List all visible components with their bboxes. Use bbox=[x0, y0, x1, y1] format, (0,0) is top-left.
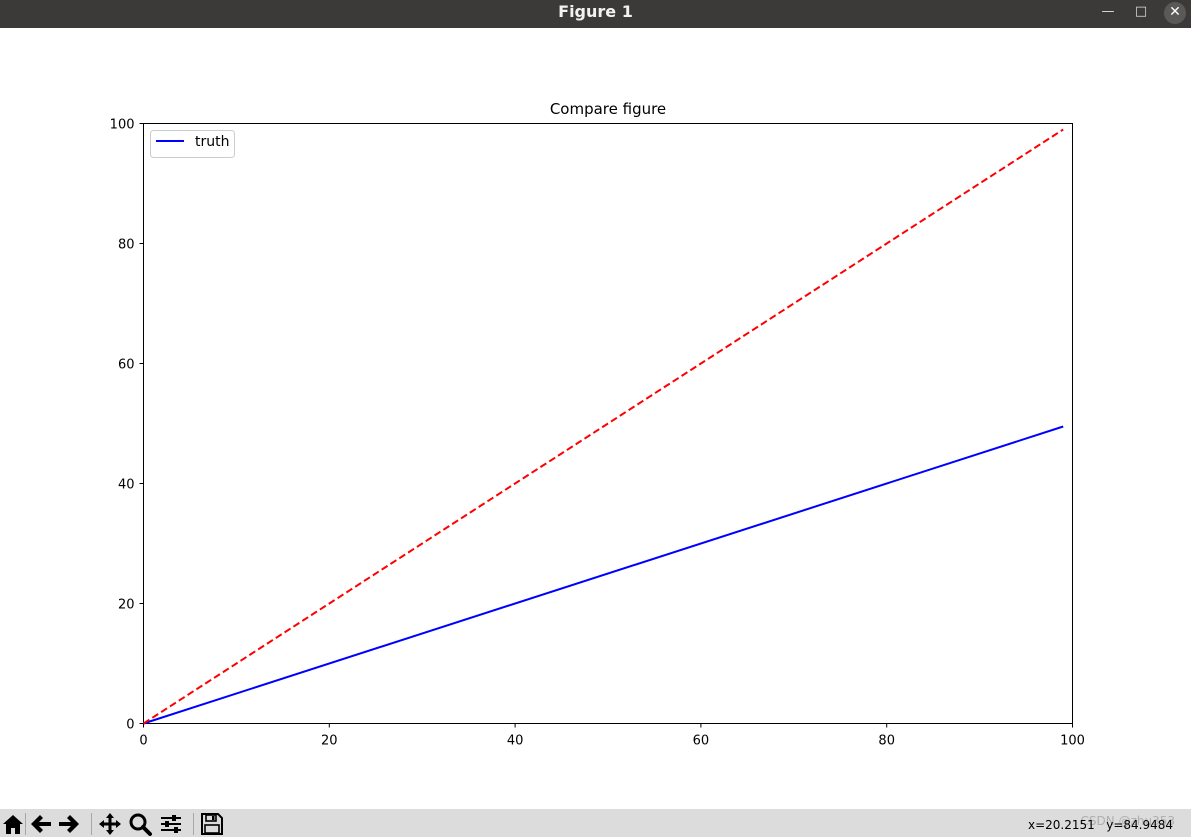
x-tick-label: 20 bbox=[321, 734, 338, 749]
cursor-y-readout: y=84.9484 bbox=[1106, 818, 1173, 832]
move-icon bbox=[99, 813, 121, 835]
y-tick-label: 80 bbox=[118, 238, 135, 253]
y-tick-label: 100 bbox=[110, 118, 135, 133]
y-axis-ticks: 0 20 40 60 80 100 bbox=[110, 118, 144, 733]
chart-title: Compare figure bbox=[550, 100, 666, 118]
x-tick-label: 0 bbox=[139, 734, 147, 749]
figure-canvas[interactable]: Compare figure 0 20 40 60 80 100 0 20 40 60 80 100… bbox=[0, 28, 1191, 809]
x-axis-ticks: 0 20 40 60 80 100 bbox=[139, 723, 1085, 749]
forward-button[interactable] bbox=[56, 811, 82, 837]
y-tick-label: 20 bbox=[118, 598, 135, 613]
figure-window: Figure 1 — □ ✕ Compare figure 0 20 40 60 80 1… bbox=[0, 0, 1191, 837]
legend-label-truth: truth bbox=[195, 134, 229, 150]
cursor-coordinates: x=20.2151 y=84.9484 bbox=[1028, 818, 1173, 832]
arrow-left-icon bbox=[31, 815, 51, 833]
toolbar-separator bbox=[91, 813, 92, 835]
floppy-disk-icon bbox=[201, 813, 223, 835]
chart-svg: Compare figure 0 20 40 60 80 100 0 20 40 60 80 100… bbox=[110, 100, 1085, 749]
toolbar-separator bbox=[193, 813, 194, 835]
back-button[interactable] bbox=[28, 811, 54, 837]
x-tick-label: 60 bbox=[693, 734, 710, 749]
sliders-icon bbox=[161, 815, 181, 833]
title-bar[interactable]: Figure 1 — □ ✕ bbox=[0, 0, 1191, 28]
save-button[interactable] bbox=[199, 811, 225, 837]
x-tick-label: 100 bbox=[1060, 734, 1085, 749]
zoom-button[interactable] bbox=[127, 811, 153, 837]
home-icon bbox=[3, 815, 23, 834]
toolbar-separator bbox=[25, 813, 26, 835]
y-tick-label: 0 bbox=[126, 718, 134, 733]
x-tick-label: 80 bbox=[878, 734, 895, 749]
close-icon[interactable]: ✕ bbox=[1164, 2, 1186, 24]
maximize-icon[interactable]: □ bbox=[1130, 2, 1152, 24]
x-tick-label: 40 bbox=[507, 734, 524, 749]
y-tick-label: 40 bbox=[118, 478, 135, 493]
pan-button[interactable] bbox=[97, 811, 123, 837]
navigation-toolbar: CSDN @zhu353 x=20.2151 y=84.9484 bbox=[0, 809, 1191, 837]
cursor-x-readout: x=20.2151 bbox=[1027, 818, 1095, 832]
arrow-right-icon bbox=[59, 815, 79, 833]
home-button[interactable] bbox=[0, 811, 26, 837]
magnifier-icon bbox=[129, 813, 152, 836]
legend: truth bbox=[150, 130, 235, 158]
configure-subplots-button[interactable] bbox=[158, 811, 184, 837]
minimize-icon[interactable]: — bbox=[1097, 2, 1119, 24]
y-tick-label: 60 bbox=[118, 358, 135, 373]
window-title: Figure 1 bbox=[558, 2, 633, 21]
